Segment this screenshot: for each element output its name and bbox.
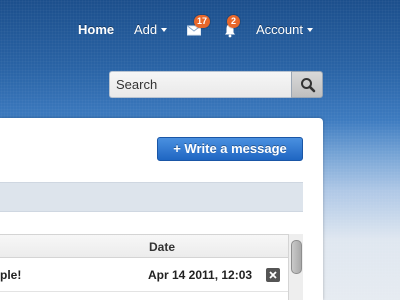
table-header: Date <box>0 234 288 258</box>
filter-bar <box>0 182 303 212</box>
search-button[interactable] <box>291 71 323 98</box>
delete-message-button[interactable] <box>266 268 280 282</box>
notifications-count-badge: 2 <box>227 15 240 28</box>
message-date: Apr 14 2011, 12:03 <box>148 268 253 282</box>
table-row[interactable]: ple! Apr 14 2011, 12:03 <box>0 258 288 292</box>
message-subject[interactable]: ple! <box>0 268 21 282</box>
search-input[interactable] <box>109 71 291 98</box>
caret-down-icon <box>306 27 313 32</box>
messages-panel: + Write a message Date ple! Apr 14 2011,… <box>0 118 323 300</box>
column-header-date[interactable]: Date <box>149 240 175 254</box>
vertical-scrollbar[interactable] <box>288 234 303 300</box>
nav-add-menu[interactable]: Add <box>134 21 168 39</box>
magnifier-icon <box>301 78 316 93</box>
nav-home-link[interactable]: Home <box>78 21 114 39</box>
mail-count-badge: 17 <box>194 15 211 28</box>
caret-down-icon <box>161 27 168 32</box>
nav-add-label: Add <box>134 22 158 37</box>
top-navigation: Home Add 17 2 Account <box>0 0 400 60</box>
scrollbar-thumb[interactable] <box>291 240 302 274</box>
nav-account-menu[interactable]: Account <box>256 21 313 39</box>
write-message-button[interactable]: + Write a message <box>157 137 303 161</box>
nav-account-label: Account <box>256 22 303 37</box>
close-icon <box>269 271 277 279</box>
